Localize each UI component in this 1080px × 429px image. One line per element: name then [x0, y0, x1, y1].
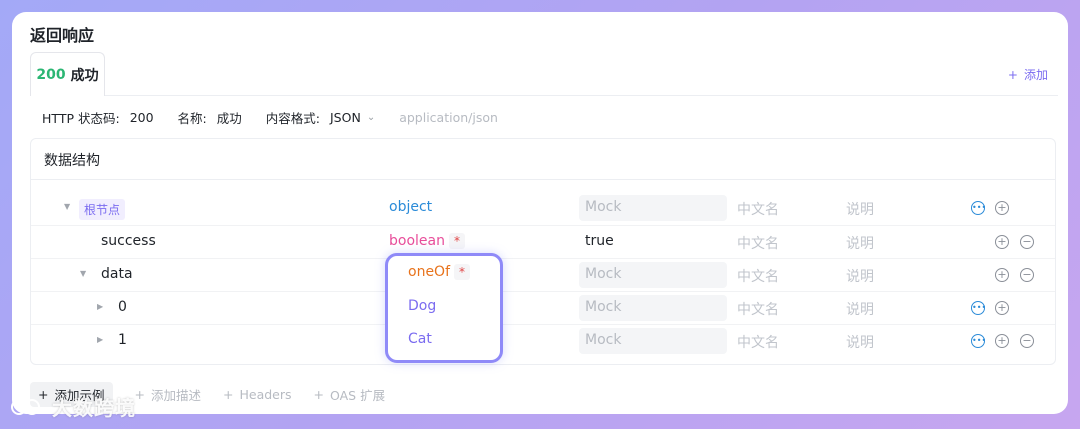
response-meta: HTTP 状态码: 200 名称: 成功 内容格式: JSON ⌄ applic… — [42, 108, 522, 127]
add-response-button[interactable]: + 添加 — [1008, 66, 1048, 83]
mock-input[interactable]: Mock — [579, 262, 727, 288]
caret-right-icon[interactable]: ▶ — [97, 335, 103, 344]
plus-icon: + — [1007, 68, 1018, 82]
field-type[interactable]: boolean * — [389, 233, 465, 249]
oneof-option-dog[interactable]: Dog — [408, 298, 436, 314]
name-label: 名称: — [177, 111, 207, 126]
chinese-name-input[interactable]: 中文名 — [737, 299, 779, 319]
minus-circle-icon[interactable]: − — [1020, 334, 1034, 348]
oas-extension-label: OAS 扩展 — [330, 388, 386, 403]
field-name[interactable]: 0 — [118, 299, 127, 315]
description-input[interactable]: 说明 — [846, 233, 874, 253]
caret-down-icon[interactable]: ▼ — [80, 269, 86, 278]
status-code-value: 200 — [129, 110, 154, 125]
required-badge[interactable]: * — [454, 264, 470, 280]
plus-circle-icon[interactable]: + — [995, 334, 1009, 348]
field-name[interactable]: success — [101, 233, 156, 249]
name-field[interactable]: 名称: 成功 — [178, 108, 242, 127]
watermark-text: 大数跨境 — [52, 396, 136, 420]
oneof-highlight: oneOf * Dog Cat — [385, 253, 503, 363]
description-input[interactable]: 说明 — [846, 266, 874, 286]
tab-label: 成功 — [70, 67, 99, 84]
watermark: 大数跨境 — [10, 392, 136, 421]
description-input[interactable]: 说明 — [846, 299, 874, 319]
required-badge[interactable]: * — [448, 233, 465, 249]
description-input[interactable]: 说明 — [846, 332, 874, 352]
root-node-label: 根节点 — [79, 199, 126, 220]
plus-circle-icon[interactable]: + — [995, 235, 1009, 249]
schema-row-root[interactable]: ▼ 根节点 object Mock 中文名 说明 ••• + — [31, 192, 1055, 225]
status-code-field[interactable]: HTTP 状态码: 200 — [42, 108, 154, 127]
mock-input[interactable]: Mock — [579, 195, 727, 221]
more-circle-icon[interactable]: ••• — [971, 301, 986, 315]
response-card: 返回响应 200 成功 + 添加 HTTP 状态码: 200 名称: 成功 内容格… — [12, 12, 1068, 414]
add-description-button[interactable]: + 添加描述 — [135, 385, 202, 404]
mock-input[interactable]: Mock — [579, 295, 727, 321]
plus-circle-icon[interactable]: + — [995, 268, 1009, 282]
schema-panel: 数据结构 ▼ 根节点 object Mock 中文名 说明 ••• + succ… — [30, 138, 1056, 365]
oneof-label: oneOf — [408, 264, 450, 280]
tab-divider — [30, 95, 1058, 96]
caret-down-icon[interactable]: ▼ — [64, 202, 70, 211]
oas-extension-button[interactable]: + OAS 扩展 — [314, 385, 386, 404]
chinese-name-input[interactable]: 中文名 — [737, 266, 779, 286]
oneof-type[interactable]: oneOf * — [408, 264, 470, 280]
schema-row-1[interactable]: ▶ 1 Mock 中文名 说明 ••• + − — [31, 324, 1055, 357]
content-format-value: JSON — [330, 110, 361, 125]
name-value: 成功 — [216, 111, 242, 126]
field-name[interactable]: data — [101, 266, 133, 282]
chinese-name-input[interactable]: 中文名 — [737, 233, 779, 253]
chinese-name-input[interactable]: 中文名 — [737, 199, 779, 219]
mock-input[interactable]: Mock — [579, 328, 727, 354]
plus-icon: + — [223, 387, 234, 402]
content-format-label: 内容格式: — [265, 111, 320, 126]
minus-circle-icon[interactable]: − — [1020, 268, 1034, 282]
headers-button[interactable]: + Headers — [223, 387, 292, 402]
add-label: 添加 — [1023, 68, 1048, 82]
caret-right-icon[interactable]: ▶ — [97, 302, 103, 311]
minus-circle-icon[interactable]: − — [1020, 235, 1034, 249]
chinese-name-input[interactable]: 中文名 — [737, 332, 779, 352]
more-circle-icon[interactable]: ••• — [971, 334, 986, 348]
add-description-label: 添加描述 — [150, 388, 201, 403]
plus-icon: + — [134, 387, 145, 402]
mime-type-value: application/json — [399, 110, 498, 125]
field-name[interactable]: 1 — [118, 332, 127, 348]
watermark-logo-icon — [11, 398, 40, 415]
plus-circle-icon[interactable]: + — [995, 301, 1009, 315]
mime-type: application/json — [399, 110, 498, 125]
schema-title: 数据结构 — [44, 153, 100, 169]
field-type-label: boolean — [389, 233, 445, 249]
schema-row-success[interactable]: success boolean * true 中文名 说明 + − — [31, 225, 1055, 258]
section-title: 返回响应 — [30, 26, 95, 45]
plus-circle-icon[interactable]: + — [995, 201, 1009, 215]
field-type[interactable]: object — [389, 199, 432, 215]
oneof-option-cat[interactable]: Cat — [408, 331, 432, 347]
chevron-down-icon: ⌄ — [366, 112, 376, 123]
content-format-select[interactable]: 内容格式: JSON ⌄ — [266, 108, 375, 127]
schema-row-data[interactable]: ▼ data Mock 中文名 说明 + − — [31, 258, 1055, 291]
tab-status-code: 200 — [36, 66, 66, 83]
mock-value[interactable]: true — [585, 233, 614, 249]
status-code-label: HTTP 状态码: — [42, 111, 120, 126]
tab-response-200[interactable]: 200 成功 — [30, 52, 105, 96]
more-circle-icon[interactable]: ••• — [971, 201, 986, 215]
plus-icon: + — [313, 387, 324, 402]
schema-row-0[interactable]: ▶ 0 Mock 中文名 说明 ••• + — [31, 291, 1055, 324]
description-input[interactable]: 说明 — [846, 199, 874, 219]
schema-divider — [31, 179, 1055, 180]
headers-label: Headers — [239, 387, 292, 402]
